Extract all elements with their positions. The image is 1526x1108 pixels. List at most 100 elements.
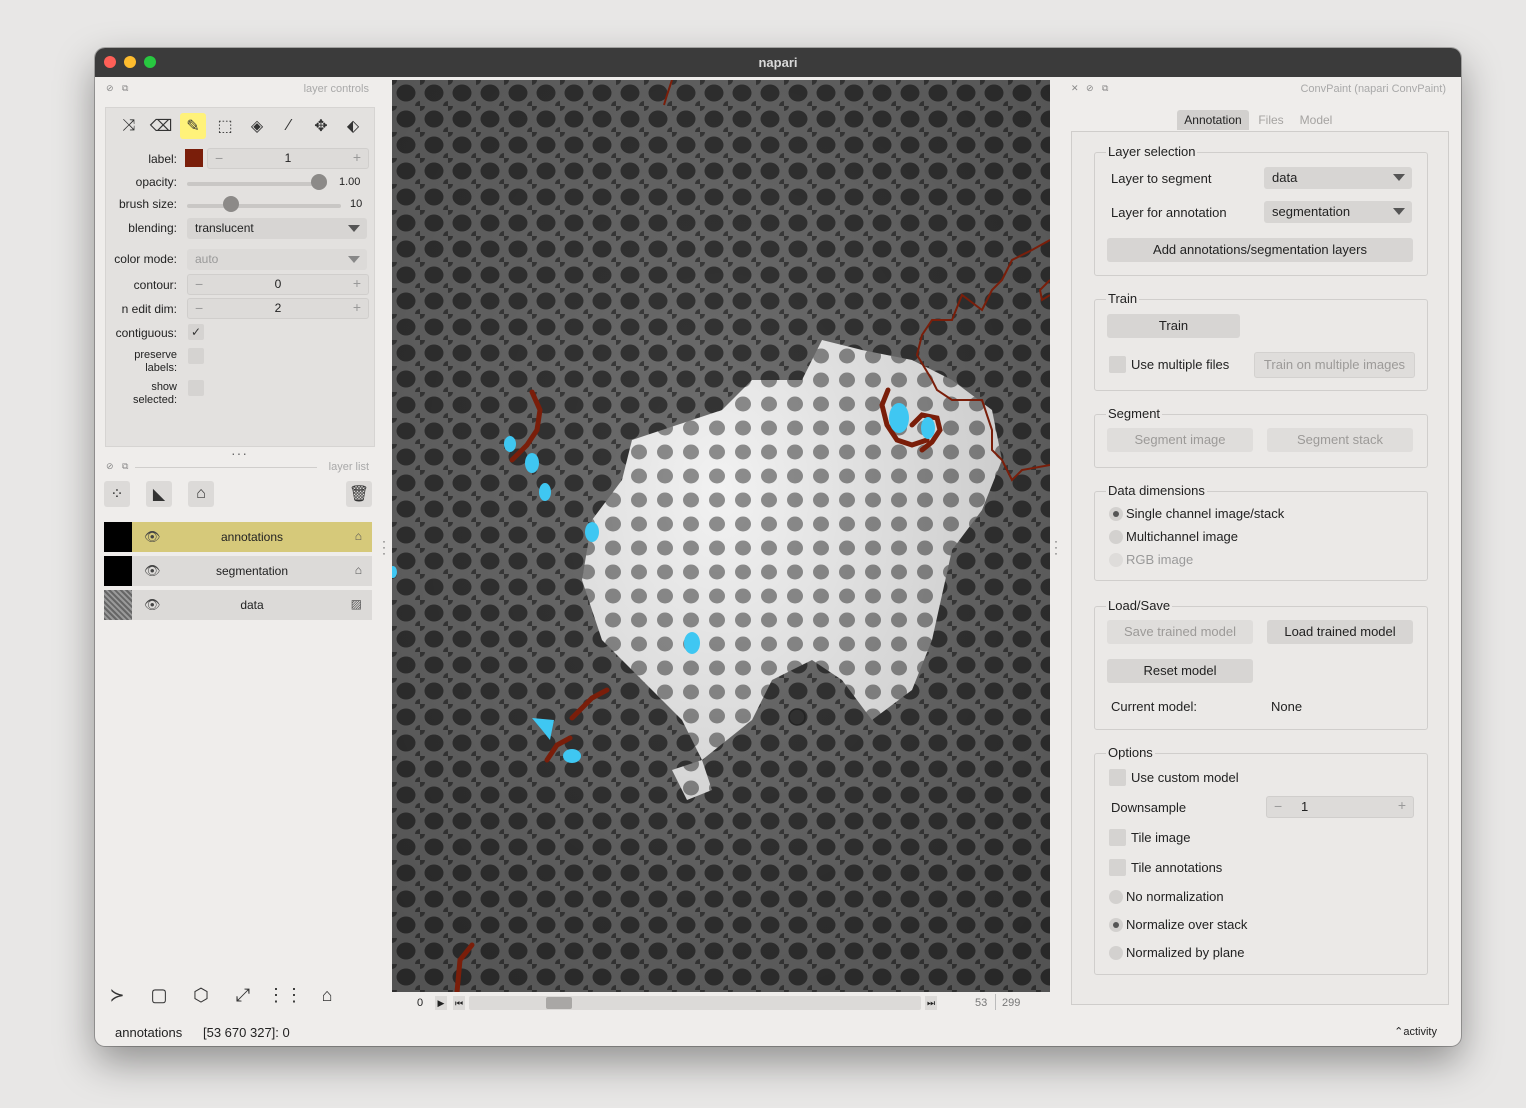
brush-size-value: 10 [350,198,363,210]
tile-image-checkbox[interactable] [1109,829,1126,846]
step-forward-icon[interactable]: ⏭ [925,996,937,1010]
convpaint-header: ConvPaint (napari ConvPaint) [1300,83,1446,95]
status-layer: annotations [115,1025,183,1040]
label-spinbox[interactable]: − 1 + [207,148,369,169]
layer-item-data[interactable]: 👁 data ▨ [104,590,372,620]
use-custom-model-checkbox[interactable] [1109,769,1126,786]
toggle-ndisplay-icon[interactable]: ▢ [146,982,172,1008]
new-labels-layer-icon[interactable]: ⌂ [188,481,214,507]
dims-slider-handle[interactable] [545,997,572,1009]
float-dock-icon[interactable]: ⊘ [106,461,114,472]
color-picker-icon[interactable]: ⁄ [276,113,302,139]
dims-axis-label: 0 [417,997,424,1009]
add-layers-button[interactable]: Add annotations/segmentation layers [1107,238,1413,262]
detach-dock-icon[interactable]: ⧉ [122,83,128,94]
roll-dims-icon[interactable]: ⬡ [188,982,214,1008]
grid-view-icon[interactable]: ⋮⋮ [267,982,303,1008]
dims-slider[interactable] [469,996,921,1010]
delete-layer-icon[interactable]: 🗑 [346,481,372,507]
tab-annotation[interactable]: Annotation [1177,110,1249,130]
increment-icon[interactable]: + [353,149,361,165]
float-dock-icon[interactable]: ⊘ [106,83,114,94]
load-save-title: Load/Save [1106,598,1173,613]
opacity-label: opacity: [135,175,177,189]
layer-item-segmentation[interactable]: 👁 segmentation ⌂ [104,556,372,586]
new-points-layer-icon[interactable]: ⁘ [104,481,130,507]
layer-for-annotation-combo[interactable]: segmentation [1264,201,1412,223]
preserve-labels-checkbox[interactable] [188,348,204,364]
contiguous-checkbox[interactable]: ✓ [188,324,204,340]
color-mode-combo[interactable]: auto [187,249,367,270]
use-multiple-files-checkbox[interactable] [1109,356,1126,373]
visibility-eye-icon[interactable]: 👁 [144,597,161,613]
increment-icon[interactable]: + [353,275,361,291]
show-selected-checkbox[interactable] [188,380,204,396]
status-coords: [53 670 327]: 0 [203,1025,290,1040]
tab-files[interactable]: Files [1251,110,1291,130]
increment-icon[interactable]: + [353,299,361,315]
eraser-icon[interactable]: ⌫ [148,113,174,139]
close-dock-icon[interactable]: ✕ [1071,83,1079,94]
dims-total: 299 [1002,997,1021,1009]
brush-size-slider-handle[interactable] [222,196,239,212]
tab-model[interactable]: Model [1293,110,1339,130]
vignette [392,80,1050,992]
window-title: napari [758,55,798,70]
image-canvas[interactable] [392,80,1050,992]
save-trained-model-button[interactable]: Save trained model [1107,620,1253,644]
float-dock-icon[interactable]: ⊘ [1086,83,1094,94]
label-color-swatch[interactable] [185,149,203,167]
increment-icon[interactable]: + [1398,797,1406,813]
activity-toggle[interactable]: ⌃activity [1394,1025,1437,1038]
right-splitter-handle[interactable]: · · · [1054,535,1058,559]
contour-spinbox[interactable]: − 0 + [187,274,369,295]
multichannel-radio[interactable] [1109,530,1123,544]
paintbrush-icon[interactable]: ✎ [180,113,206,139]
transform-icon[interactable]: ⬖ [340,113,366,139]
opacity-slider[interactable] [187,182,327,186]
play-icon[interactable]: ▶ [435,996,447,1010]
no-normalization-radio[interactable] [1109,890,1123,904]
color-mode-label: color mode: [114,252,177,266]
opacity-value: 1.00 [339,176,361,188]
opacity-slider-handle[interactable] [311,174,327,190]
pan-zoom-icon[interactable]: ✥ [308,113,334,139]
tile-image-label: Tile image [1131,830,1191,845]
show-selected-label: show selected: [132,381,177,406]
fill-bucket-icon[interactable]: ◈ [244,113,270,139]
home-icon[interactable]: ⌂ [314,982,340,1008]
tile-annotations-label: Tile annotations [1131,860,1223,875]
normalize-over-stack-radio[interactable] [1109,918,1123,932]
detach-dock-icon[interactable]: ⧉ [122,461,128,472]
splitter-handle[interactable]: ··· [231,445,248,461]
transpose-icon[interactable]: ⤢ [230,982,256,1008]
single-channel-radio[interactable] [1109,507,1123,521]
normalized-by-plane-radio[interactable] [1109,946,1123,960]
left-splitter-handle[interactable]: · · · [382,535,386,559]
brush-size-slider[interactable] [187,204,341,208]
n-edit-dim-spinbox[interactable]: − 2 + [187,298,369,319]
data-dimensions-title: Data dimensions [1106,483,1207,498]
new-shapes-layer-icon[interactable]: ◣ [146,481,172,507]
segment-stack-button[interactable]: Segment stack [1267,428,1413,452]
decrement-icon[interactable]: − [1274,798,1282,814]
visibility-eye-icon[interactable]: 👁 [144,529,161,545]
reset-model-button[interactable]: Reset model [1107,659,1253,683]
load-trained-model-button[interactable]: Load trained model [1267,620,1413,644]
layer-to-segment-combo[interactable]: data [1264,167,1412,189]
polygon-icon[interactable]: ⬚ [212,113,238,139]
downsample-spinbox[interactable]: − 1 + [1266,796,1414,818]
segment-image-button[interactable]: Segment image [1107,428,1253,452]
console-icon[interactable]: ≻ [104,982,130,1008]
blending-combo[interactable]: translucent [187,218,367,239]
tile-annotations-checkbox[interactable] [1109,859,1126,876]
layer-item-annotations[interactable]: 👁 annotations ⌂ [104,522,372,552]
step-back-icon[interactable]: ⏮ [453,996,465,1010]
visibility-eye-icon[interactable]: 👁 [144,563,161,579]
label-label: label: [148,152,177,166]
rgb-image-radio[interactable] [1109,553,1123,567]
detach-dock-icon[interactable]: ⧉ [1102,83,1108,94]
train-multiple-images-button[interactable]: Train on multiple images [1254,352,1415,378]
train-button[interactable]: Train [1107,314,1240,338]
shuffle-icon[interactable]: ⤨ [116,113,142,139]
